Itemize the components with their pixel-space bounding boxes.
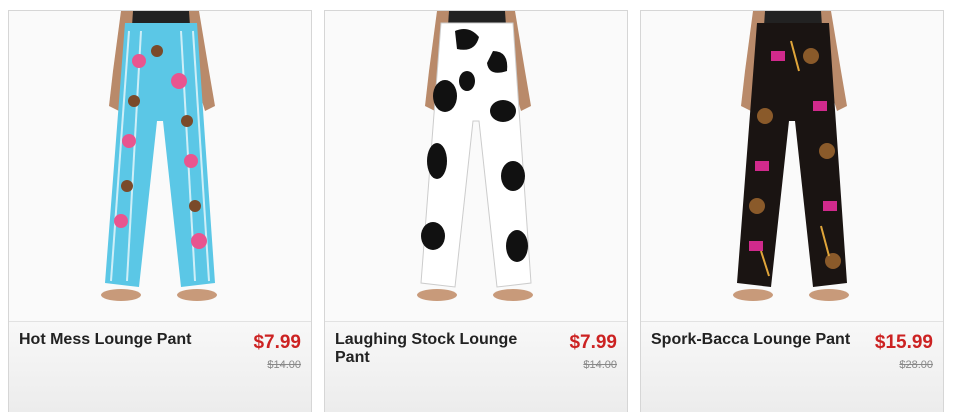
sale-price: $15.99 (874, 332, 933, 353)
product-name-link[interactable]: Spork-Bacca Lounge Pant (651, 331, 851, 349)
original-price: $14.00 (583, 359, 617, 371)
product-info: Spork-Bacca Lounge Pant $15.99 $28.00 (641, 321, 943, 412)
original-price: $28.00 (899, 359, 933, 371)
product-name-link[interactable]: Hot Mess Lounge Pant (19, 331, 219, 349)
product-card[interactable]: Hot Mess Lounge Pant $7.99 $14.00 (8, 10, 312, 412)
product-image[interactable] (9, 11, 311, 321)
original-price: $14.00 (267, 359, 301, 371)
product-image[interactable] (325, 11, 627, 321)
product-grid: Hot Mess Lounge Pant $7.99 $14.00 Laughi… (0, 0, 959, 418)
product-info: Hot Mess Lounge Pant $7.99 $14.00 (9, 321, 311, 412)
product-card[interactable]: Spork-Bacca Lounge Pant $15.99 $28.00 (640, 10, 944, 412)
product-card[interactable]: Laughing Stock Lounge Pant $7.99 $14.00 (324, 10, 628, 412)
product-image[interactable] (641, 11, 943, 321)
product-name-link[interactable]: Laughing Stock Lounge Pant (335, 331, 535, 367)
product-info: Laughing Stock Lounge Pant $7.99 $14.00 (325, 321, 627, 412)
sale-price: $7.99 (569, 332, 617, 353)
sale-price: $7.99 (253, 332, 301, 353)
